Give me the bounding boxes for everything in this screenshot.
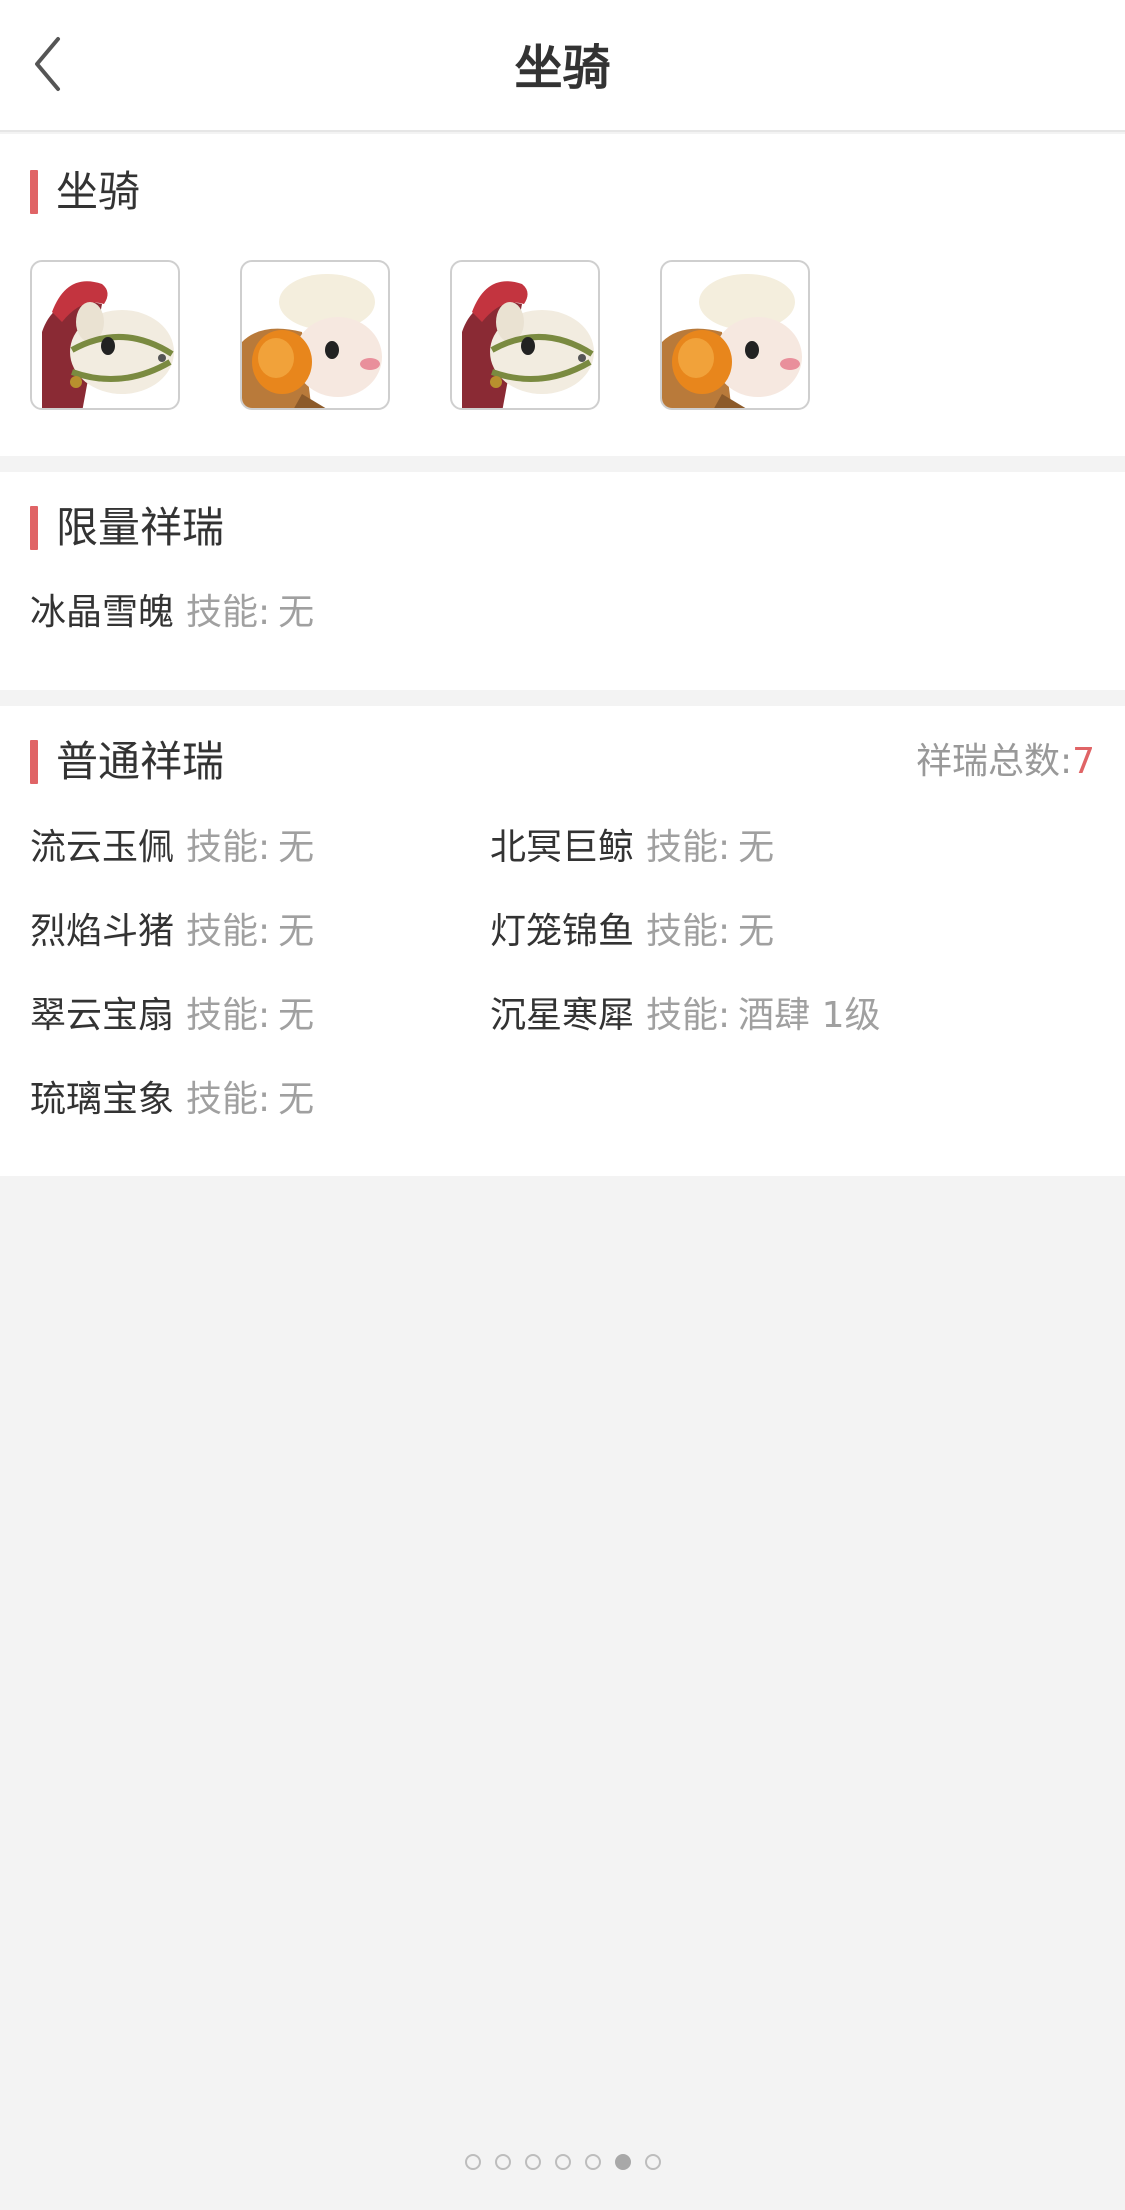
limited-section: 限量祥瑞 冰晶雪魄 技能: 无 xyxy=(0,472,1125,690)
limited-section-header: 限量祥瑞 xyxy=(30,498,224,558)
normal-section-title: 普通祥瑞 xyxy=(56,737,225,786)
mount-icon-3[interactable] xyxy=(450,260,600,410)
item-name: 北冥巨鲸 xyxy=(490,827,635,868)
skill-label: 技能: xyxy=(186,827,271,868)
horse-mount-icon xyxy=(42,281,174,408)
skill-label: 技能: xyxy=(646,995,731,1036)
total-count: 祥瑞总数:7 xyxy=(916,732,1095,792)
header-bar: 坐骑 xyxy=(0,0,1125,132)
skill-value: 无 xyxy=(278,1079,315,1120)
page-dot[interactable] xyxy=(644,2154,661,2170)
item-name: 烈焰斗猪 xyxy=(30,911,175,952)
item-name: 冰晶雪魄 xyxy=(30,592,175,633)
item-name: 灯笼锦鱼 xyxy=(490,911,635,952)
skill-label: 技能: xyxy=(186,592,271,633)
total-count-value: 7 xyxy=(1072,741,1095,782)
page-dot[interactable] xyxy=(554,2154,571,2170)
skill-label: 技能: xyxy=(186,911,271,952)
skill-label: 技能: xyxy=(646,827,731,868)
page-dot[interactable] xyxy=(524,2154,541,2170)
mount-section: 坐骑 xyxy=(0,134,1125,456)
skill-value: 无 xyxy=(278,827,315,868)
section-accent-bar xyxy=(30,740,38,784)
limited-section-title: 限量祥瑞 xyxy=(56,503,225,552)
normal-item: 翠云宝扇 技能: 无 xyxy=(30,991,314,1041)
mount-section-header: 坐骑 xyxy=(30,162,140,222)
normal-item: 灯笼锦鱼 技能: 无 xyxy=(490,907,774,957)
item-name: 流云玉佩 xyxy=(30,827,175,868)
normal-item: 烈焰斗猪 技能: 无 xyxy=(30,907,314,957)
normal-section-header: 普通祥瑞 xyxy=(30,732,224,792)
mount-section-title: 坐骑 xyxy=(56,167,141,216)
horse-mount-icon xyxy=(462,281,594,408)
section-accent-bar xyxy=(30,506,38,550)
mount-icon-4[interactable] xyxy=(660,260,810,410)
skill-value: 无 xyxy=(278,995,315,1036)
page-dot[interactable] xyxy=(584,2154,601,2170)
skill-label: 技能: xyxy=(186,1079,271,1120)
skill-value: 无 xyxy=(278,592,315,633)
normal-item: 流云玉佩 技能: 无 xyxy=(30,823,314,873)
normal-section: 普通祥瑞 祥瑞总数:7 流云玉佩 技能: 无 北冥巨鲸 技能: 无 烈焰斗猪 技能: 无 灯… xyxy=(0,706,1125,1176)
total-label: 祥瑞总数: xyxy=(915,741,1073,782)
skill-label: 技能: xyxy=(646,911,731,952)
skill-value: 酒肆 1级 xyxy=(738,995,881,1036)
mount-icon-1[interactable] xyxy=(30,260,180,410)
sheep-mount-icon xyxy=(662,274,802,408)
sheep-mount-icon xyxy=(242,274,382,408)
page-dot-active[interactable] xyxy=(614,2154,631,2170)
page-dot[interactable] xyxy=(464,2154,481,2170)
item-name: 翠云宝扇 xyxy=(30,995,175,1036)
item-name: 琉璃宝象 xyxy=(30,1079,175,1120)
normal-item: 琉璃宝象 技能: 无 xyxy=(30,1075,314,1125)
section-accent-bar xyxy=(30,170,38,214)
limited-item: 冰晶雪魄 技能: 无 xyxy=(30,588,314,638)
item-name: 沉星寒犀 xyxy=(490,995,635,1036)
mount-icon-2[interactable] xyxy=(240,260,390,410)
skill-value: 无 xyxy=(278,911,315,952)
normal-item: 沉星寒犀 技能: 酒肆 1级 xyxy=(490,991,881,1041)
skill-value: 无 xyxy=(738,827,775,868)
normal-item: 北冥巨鲸 技能: 无 xyxy=(490,823,774,873)
page-dot[interactable] xyxy=(494,2154,511,2170)
page-title: 坐骑 xyxy=(514,40,611,96)
page-indicator xyxy=(0,2154,1125,2174)
skill-value: 无 xyxy=(738,911,775,952)
skill-label: 技能: xyxy=(186,995,271,1036)
